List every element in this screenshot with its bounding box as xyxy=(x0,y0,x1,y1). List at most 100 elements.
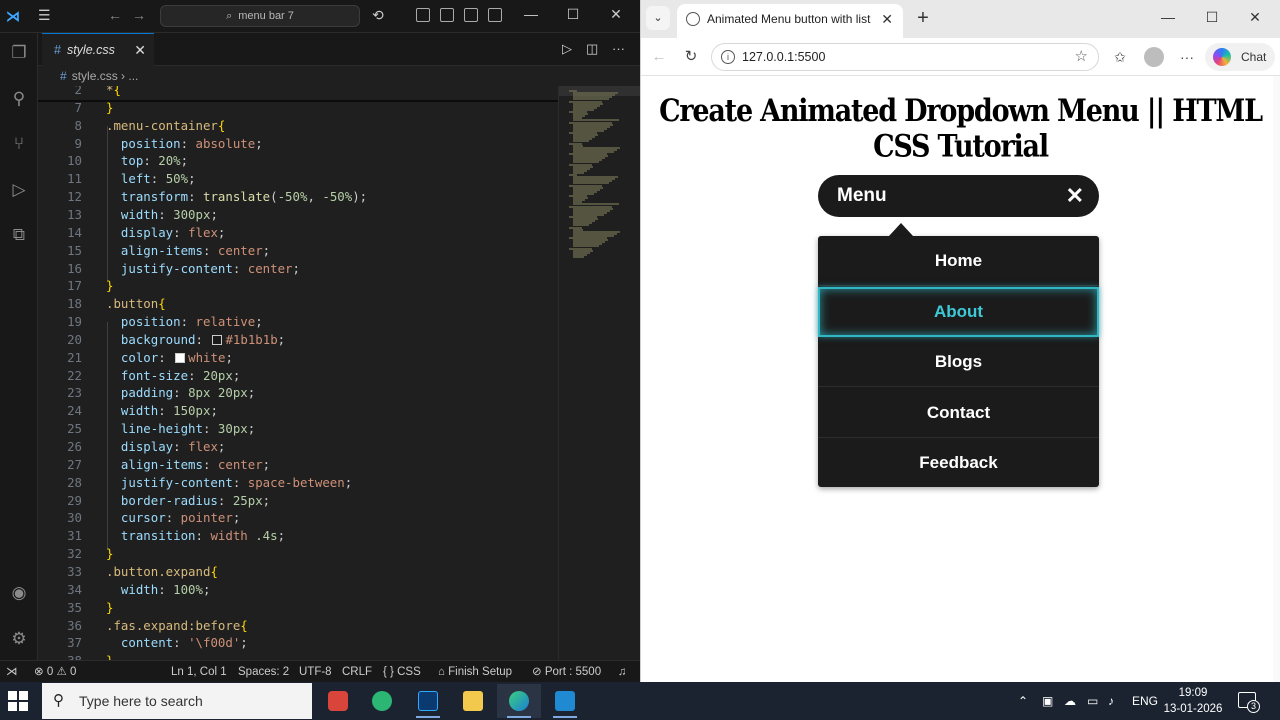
code-line[interactable]: 31 transition: width .4s; xyxy=(38,527,558,545)
code-line[interactable]: 17} xyxy=(38,277,558,295)
favorites-icon[interactable]: ✩ xyxy=(1110,47,1130,67)
code-line[interactable]: 23 padding: 8px 20px; xyxy=(38,384,558,402)
account-icon[interactable]: ◉ xyxy=(9,583,29,603)
code-line[interactable]: 18 .button{ xyxy=(38,295,558,313)
code-line[interactable]: 12 transform: translate(-50%, -50%); xyxy=(38,188,558,206)
code-line[interactable]: 16 justify-content: center; xyxy=(38,260,558,278)
taskbar-app-2[interactable] xyxy=(360,684,404,718)
code-line[interactable]: 11 left: 50%; xyxy=(38,170,558,188)
code-line[interactable]: 26 display: flex; xyxy=(38,438,558,456)
taskbar-search-box[interactable]: ⚲ Type here to search xyxy=(42,683,312,719)
code-line[interactable]: 25 line-height: 30px; xyxy=(38,420,558,438)
code-line[interactable]: 20 background: #1b1b1b; xyxy=(38,331,558,349)
code-line[interactable]: 8 .menu-container{ xyxy=(38,117,558,135)
taskbar-edge[interactable] xyxy=(497,684,541,718)
split-editor-icon[interactable]: ◫ xyxy=(586,41,598,57)
tray-network-icon[interactable]: ▭ xyxy=(1087,682,1098,720)
page-scrollbar[interactable] xyxy=(1273,76,1280,682)
code-line[interactable]: 28 justify-content: space-between; xyxy=(38,474,558,492)
hamburger-menu-icon[interactable]: ☰ xyxy=(38,7,56,25)
refresh-icon[interactable]: ↻ xyxy=(681,47,701,67)
code-line[interactable]: 36 .fas.expand:before{ xyxy=(38,617,558,635)
code-line[interactable]: 14 display: flex; xyxy=(38,224,558,242)
windows-start-icon[interactable] xyxy=(8,691,28,711)
toggle-secondary-sidebar-icon[interactable] xyxy=(488,8,502,22)
tab-close-icon[interactable]: ✕ xyxy=(881,4,893,34)
cursor-position[interactable]: Ln 1, Col 1 xyxy=(171,661,227,683)
code-line[interactable]: 13 width: 300px; xyxy=(38,206,558,224)
explorer-icon[interactable]: ❐ xyxy=(9,43,29,63)
back-arrow-icon[interactable]: ← xyxy=(108,7,122,23)
code-line[interactable]: 27 align-items: center; xyxy=(38,456,558,474)
code-line[interactable]: 32} xyxy=(38,545,558,563)
layout-customize-icon[interactable] xyxy=(416,8,430,22)
tray-language[interactable]: ENG xyxy=(1132,682,1158,720)
taskbar-file-explorer[interactable] xyxy=(451,684,495,718)
code-line[interactable]: 34 width: 100%; xyxy=(38,581,558,599)
tray-cloud-icon[interactable]: ☁ xyxy=(1064,682,1076,720)
breadcrumb-file[interactable]: style.css xyxy=(72,69,118,83)
copilot-chat-button[interactable]: Chat xyxy=(1205,43,1275,71)
code-line[interactable]: 37 content: '\f00d'; xyxy=(38,634,558,652)
code-line[interactable]: 29 border-radius: 25px; xyxy=(38,492,558,510)
code-line[interactable]: 38} xyxy=(38,652,558,660)
breadcrumb-more[interactable]: ... xyxy=(128,69,138,83)
code-line[interactable]: 2 *{ xyxy=(38,86,558,99)
menu-item-feedback[interactable]: Feedback xyxy=(818,438,1099,488)
copilot-icon[interactable]: ⟲ xyxy=(372,7,384,24)
search-icon[interactable]: ⚲ xyxy=(9,89,29,109)
site-info-icon[interactable]: i xyxy=(721,50,735,64)
minimap[interactable] xyxy=(558,86,641,660)
maximize-icon[interactable]: ☐ xyxy=(562,6,584,23)
menu-item-contact[interactable]: Contact xyxy=(818,388,1099,438)
code-editor[interactable]: 2 *{7} 8 .menu-container{9 position: absolu… xyxy=(38,86,558,660)
notifications-bell-icon[interactable]: ♫ xyxy=(618,661,627,683)
source-control-icon[interactable]: ⑂ xyxy=(9,134,29,154)
code-line[interactable]: 24 width: 150px; xyxy=(38,402,558,420)
run-debug-icon[interactable]: ▷ xyxy=(9,180,29,200)
more-actions-icon[interactable]: ··· xyxy=(612,41,625,56)
close-icon[interactable]: ✕ xyxy=(605,6,627,23)
code-line[interactable]: 19 position: relative; xyxy=(38,313,558,331)
new-tab-plus-icon[interactable]: + xyxy=(911,6,935,30)
code-line[interactable]: 35} xyxy=(38,599,558,617)
color-swatch[interactable] xyxy=(175,352,186,363)
taskbar-clock[interactable]: 19:09 13-01-2026 xyxy=(1160,685,1226,717)
tab-actions-chevron-icon[interactable]: ⌄ xyxy=(646,6,670,30)
code-line[interactable]: 21 color: white; xyxy=(38,349,558,367)
tab-style-css[interactable]: # style.css ✕ xyxy=(42,33,154,66)
taskbar-photoshop[interactable] xyxy=(406,684,450,718)
encoding[interactable]: UTF-8 xyxy=(299,661,332,683)
remote-indicator-icon[interactable]: ⋊ xyxy=(6,661,18,683)
run-icon[interactable]: ▷ xyxy=(562,41,572,57)
menu-item-blogs[interactable]: Blogs xyxy=(818,337,1099,387)
problems-indicator[interactable]: ⊗ 0 ⚠ 0 xyxy=(34,661,76,683)
browser-tab[interactable]: Animated Menu button with list ✕ xyxy=(677,4,903,38)
finish-setup[interactable]: ⌂ Finish Setup xyxy=(438,661,512,683)
menu-item-home[interactable]: Home xyxy=(818,236,1099,286)
maximize-icon[interactable]: ☐ xyxy=(1201,9,1223,26)
profile-avatar[interactable] xyxy=(1144,47,1164,67)
tray-chevron-up-icon[interactable]: ⌃ xyxy=(1018,682,1028,720)
more-menu-icon[interactable]: ··· xyxy=(1177,47,1197,67)
toggle-panel-icon[interactable] xyxy=(464,8,478,22)
menu-item-about[interactable]: About xyxy=(818,286,1099,337)
close-icon[interactable]: ✕ xyxy=(1244,9,1266,26)
forward-arrow-icon[interactable]: → xyxy=(132,7,146,23)
code-line[interactable]: 30 cursor: pointer; xyxy=(38,509,558,527)
tab-close-icon[interactable]: ✕ xyxy=(134,34,146,66)
extensions-icon[interactable]: ⧉ xyxy=(9,225,29,245)
tray-volume-icon[interactable]: ♪ xyxy=(1108,682,1114,720)
color-swatch[interactable] xyxy=(212,334,223,345)
settings-gear-icon[interactable]: ⚙ xyxy=(9,629,29,649)
live-server-port[interactable]: ⊘ Port : 5500 xyxy=(532,661,601,683)
code-line[interactable]: 10 top: 20%; xyxy=(38,152,558,170)
code-line[interactable]: 33 .button.expand{ xyxy=(38,563,558,581)
language-mode[interactable]: { } CSS xyxy=(383,661,421,683)
minimize-icon[interactable]: — xyxy=(1157,9,1179,25)
minimize-icon[interactable]: — xyxy=(520,6,542,22)
code-line[interactable]: 15 align-items: center; xyxy=(38,242,558,260)
command-center-search[interactable]: ⌕ menu bar 7 xyxy=(160,5,360,27)
eol[interactable]: CRLF xyxy=(342,661,372,683)
favorite-star-icon[interactable]: ☆ xyxy=(1075,44,1088,70)
